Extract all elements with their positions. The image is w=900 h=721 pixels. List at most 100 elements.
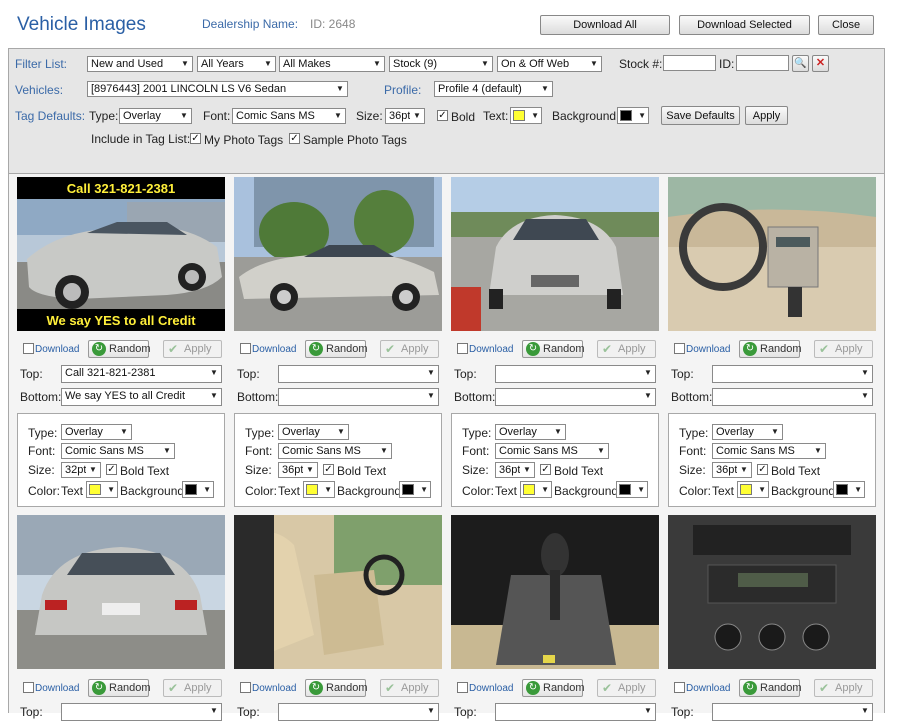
text-color-picker[interactable]: ▼	[737, 481, 769, 498]
background-color-picker[interactable]: ▼	[833, 481, 865, 498]
top-text-select[interactable]: ▼	[278, 365, 439, 383]
download-label: Download	[252, 344, 297, 355]
download-checkbox[interactable]	[240, 682, 251, 693]
vehicle-photo[interactable]	[451, 177, 659, 331]
top-text-select[interactable]: ▼	[278, 703, 439, 721]
bold-checkbox[interactable]: ✓	[540, 464, 551, 475]
background-color-picker[interactable]: ▼	[617, 107, 649, 124]
random-button[interactable]: ↻ Random	[305, 340, 368, 358]
size-select[interactable]: 36pt ▼	[278, 462, 318, 478]
random-button[interactable]: ↻ Random	[305, 679, 368, 697]
clear-icon[interactable]: ✕	[812, 55, 829, 72]
text-color-picker[interactable]: ▼	[303, 481, 335, 498]
search-icon[interactable]: 🔍	[792, 55, 809, 72]
type-select[interactable]: Overlay ▼	[712, 424, 783, 440]
vehicle-select[interactable]: [8976443] 2001 LINCOLN LS V6 Sedan ▼	[87, 81, 348, 97]
apply-button[interactable]: ✔ Apply	[597, 679, 656, 697]
save-defaults-button[interactable]: Save Defaults	[661, 106, 740, 125]
download-checkbox[interactable]	[674, 343, 685, 354]
random-button[interactable]: ↻ Random	[739, 340, 802, 358]
bold-checkbox[interactable]: ✓	[437, 110, 448, 121]
type-label: Type:	[679, 426, 709, 440]
apply-button[interactable]: ✔ Apply	[597, 340, 656, 358]
bottom-text-select[interactable]: ▼	[278, 388, 439, 406]
apply-button[interactable]: ✔ Apply	[814, 679, 873, 697]
vehicle-photo[interactable]	[234, 177, 442, 331]
stock-number-input[interactable]	[663, 55, 716, 71]
size-select[interactable]: 36pt ▼	[495, 462, 535, 478]
text-color-picker[interactable]: ▼	[86, 481, 118, 498]
background-color-picker[interactable]: ▼	[616, 481, 648, 498]
years-select[interactable]: All Years ▼	[197, 56, 276, 72]
banner-bottom-text: We say YES to all Credit	[46, 313, 196, 328]
bold-checkbox[interactable]: ✓	[323, 464, 334, 475]
type-select[interactable]: Overlay ▼	[61, 424, 132, 440]
font-select[interactable]: Comic Sans MS ▼	[712, 443, 826, 459]
seats-photo	[234, 515, 442, 669]
id-input[interactable]	[736, 55, 789, 71]
vehicle-photo[interactable]	[234, 515, 442, 669]
makes-select[interactable]: All Makes ▼	[279, 56, 385, 72]
font-select[interactable]: Comic Sans MS ▼	[495, 443, 609, 459]
profile-select[interactable]: Profile 4 (default) ▼	[434, 81, 553, 97]
web-select[interactable]: On & Off Web ▼	[497, 56, 602, 72]
size-select[interactable]: 36pt ▼	[385, 108, 425, 124]
apply-button[interactable]: ✔ Apply	[380, 679, 439, 697]
download-checkbox[interactable]	[23, 682, 34, 693]
background-color-picker[interactable]: ▼	[399, 481, 431, 498]
sample-photo-tags-checkbox[interactable]: ✓	[289, 133, 300, 144]
random-button[interactable]: ↻ Random	[88, 340, 151, 358]
top-text-select[interactable]: ▼	[61, 703, 222, 721]
apply-defaults-button[interactable]: Apply	[745, 106, 788, 125]
apply-button[interactable]: ✔ Apply	[380, 340, 439, 358]
apply-button[interactable]: ✔ Apply	[814, 340, 873, 358]
vehicle-photo[interactable]	[668, 177, 876, 331]
font-select[interactable]: Comic Sans MS ▼	[61, 443, 175, 459]
size-select[interactable]: 32pt ▼	[61, 462, 101, 478]
type-select[interactable]: Overlay ▼	[495, 424, 566, 440]
download-selected-button[interactable]: Download Selected	[679, 15, 810, 35]
download-checkbox[interactable]	[457, 343, 468, 354]
random-button[interactable]: ↻ Random	[88, 679, 151, 697]
bottom-label: Bottom:	[237, 390, 279, 404]
text-color-picker[interactable]: ▼	[510, 107, 542, 124]
stock-select[interactable]: Stock (9) ▼	[389, 56, 493, 72]
top-text-select[interactable]: ▼	[712, 703, 873, 721]
size-label: Size:	[679, 463, 706, 477]
top-text-select[interactable]: ▼	[495, 365, 656, 383]
type-select[interactable]: Overlay ▼	[278, 424, 349, 440]
bottom-text-select[interactable]: ▼	[712, 388, 873, 406]
type-select[interactable]: Overlay ▼	[119, 108, 192, 124]
close-button[interactable]: Close	[818, 15, 874, 35]
download-checkbox[interactable]	[457, 682, 468, 693]
top-text-select[interactable]: Call 321-821-2381 ▼	[61, 365, 222, 383]
font-select[interactable]: Comic Sans MS ▼	[278, 443, 392, 459]
bold-checkbox[interactable]: ✓	[757, 464, 768, 475]
top-text-select[interactable]: ▼	[495, 703, 656, 721]
bold-checkbox[interactable]: ✓	[106, 464, 117, 475]
background-color-picker[interactable]: ▼	[182, 481, 214, 498]
bottom-text-select[interactable]: We say YES to all Credit ▼	[61, 388, 222, 406]
vehicle-photo[interactable]	[668, 515, 876, 669]
font-select[interactable]: Comic Sans MS ▼	[232, 108, 346, 124]
vehicle-photo[interactable]: Call 321-821-2381 We say YES to all Cred…	[17, 177, 225, 331]
download-all-button[interactable]: Download All	[540, 15, 670, 35]
apply-button[interactable]: ✔ Apply	[163, 679, 222, 697]
download-checkbox[interactable]	[240, 343, 251, 354]
text-color-picker[interactable]: ▼	[520, 481, 552, 498]
condition-select[interactable]: New and Used ▼	[87, 56, 193, 72]
bottom-text-select[interactable]: ▼	[495, 388, 656, 406]
page-title: Vehicle Images	[17, 14, 146, 35]
random-button[interactable]: ↻ Random	[522, 340, 585, 358]
vehicle-photo[interactable]	[451, 515, 659, 669]
chevron-down-icon: ▼	[854, 485, 862, 494]
my-photo-tags-checkbox[interactable]: ✓	[190, 133, 201, 144]
download-checkbox[interactable]	[23, 343, 34, 354]
top-text-select[interactable]: ▼	[712, 365, 873, 383]
download-checkbox[interactable]	[674, 682, 685, 693]
random-button[interactable]: ↻ Random	[522, 679, 585, 697]
apply-button[interactable]: ✔ Apply	[163, 340, 222, 358]
random-button[interactable]: ↻ Random	[739, 679, 802, 697]
vehicle-photo[interactable]	[17, 515, 225, 669]
size-select[interactable]: 36pt ▼	[712, 462, 752, 478]
